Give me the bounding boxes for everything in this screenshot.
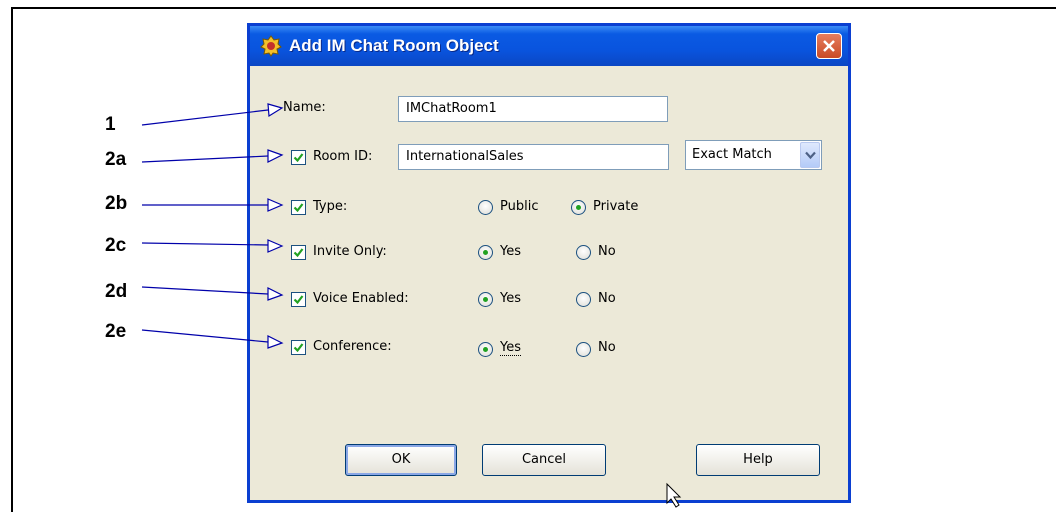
callout-arrowhead-2e	[267, 335, 284, 349]
callout-arrow-2d	[141, 286, 269, 295]
callout-arrow-2a	[141, 155, 269, 163]
callout-arrowhead-2c	[267, 239, 284, 253]
callout-arrow-2e	[141, 329, 269, 343]
callout-arrow-1	[141, 109, 269, 126]
callout-arrows	[141, 103, 682, 508]
callout-arrowhead-1	[267, 103, 284, 118]
callout-arrow-2c	[141, 242, 269, 246]
callout-arrowhead-2d	[267, 287, 284, 301]
callout-arrowhead-2a	[267, 149, 284, 163]
mouse-pointer-icon	[666, 482, 682, 508]
callout-arrowhead-2b	[267, 198, 284, 212]
